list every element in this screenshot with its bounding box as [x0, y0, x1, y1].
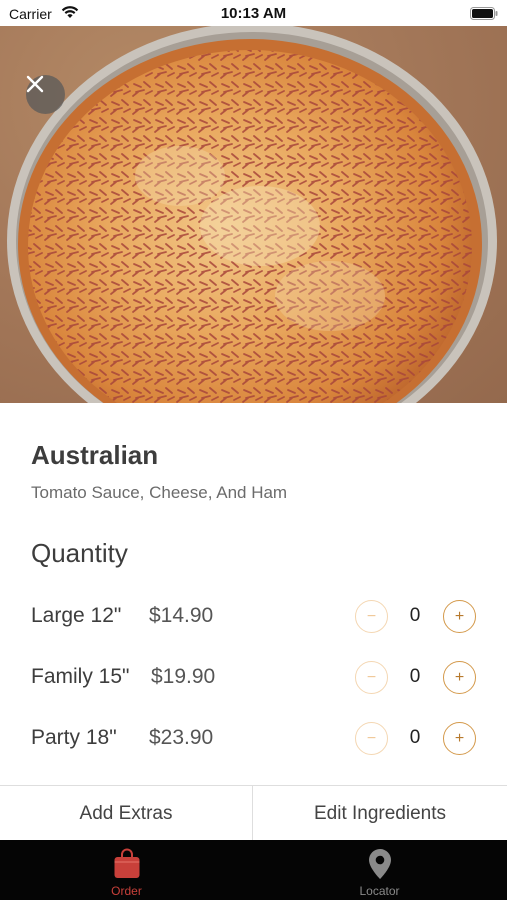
decrement-button[interactable]: −: [355, 722, 388, 755]
product-description: Tomato Sauce, Cheese, And Ham: [31, 483, 288, 502]
size-row-large: Large 12" $14.90 − 0 +: [0, 597, 507, 637]
decrement-button[interactable]: −: [355, 661, 388, 694]
edit-ingredients-button[interactable]: Edit Ingredients: [253, 786, 507, 841]
plus-icon: +: [454, 607, 465, 625]
clock: 10:13 AM: [220, 5, 287, 22]
size-price: $19.90: [151, 665, 216, 688]
tab-bar: Order Locator: [0, 840, 507, 900]
tab-order[interactable]: Order: [0, 840, 253, 900]
size-label: Family 15": [31, 665, 130, 688]
pizza-illustration: [7, 26, 497, 403]
map-pin-icon: [367, 848, 393, 885]
tab-label: Locator: [359, 884, 400, 898]
size-row-family: Family 15" $19.90 − 0 +: [0, 658, 507, 698]
quantity-value: 0: [409, 727, 421, 748]
size-row-party: Party 18" $23.90 − 0 +: [0, 719, 507, 759]
add-extras-button[interactable]: Add Extras: [0, 786, 253, 841]
size-price: $23.90: [149, 726, 214, 749]
size-price: $14.90: [149, 604, 214, 627]
increment-button[interactable]: +: [443, 722, 476, 755]
quantity-value: 0: [409, 605, 421, 626]
quantity-value: 0: [409, 666, 421, 687]
plus-icon: +: [454, 729, 465, 747]
battery-icon: [470, 7, 498, 25]
increment-button[interactable]: +: [443, 661, 476, 694]
shopping-bag-icon: [113, 848, 141, 885]
minus-icon: −: [366, 668, 377, 686]
quantity-heading: Quantity: [31, 538, 128, 568]
tab-locator[interactable]: Locator: [253, 840, 506, 900]
minus-icon: −: [366, 607, 377, 625]
product-title: Australian: [31, 440, 159, 470]
size-label: Large 12": [31, 604, 122, 627]
product-image: [0, 26, 507, 403]
increment-button[interactable]: +: [443, 600, 476, 633]
action-bar: Add Extras Edit Ingredients: [0, 785, 507, 841]
minus-icon: −: [366, 729, 377, 747]
status-bar: Carrier 10:13 AM: [0, 0, 507, 26]
tab-label: Order: [111, 884, 142, 898]
size-label: Party 18": [31, 726, 117, 749]
plus-icon: +: [454, 668, 465, 686]
close-button[interactable]: [26, 75, 65, 114]
decrement-button[interactable]: −: [355, 600, 388, 633]
